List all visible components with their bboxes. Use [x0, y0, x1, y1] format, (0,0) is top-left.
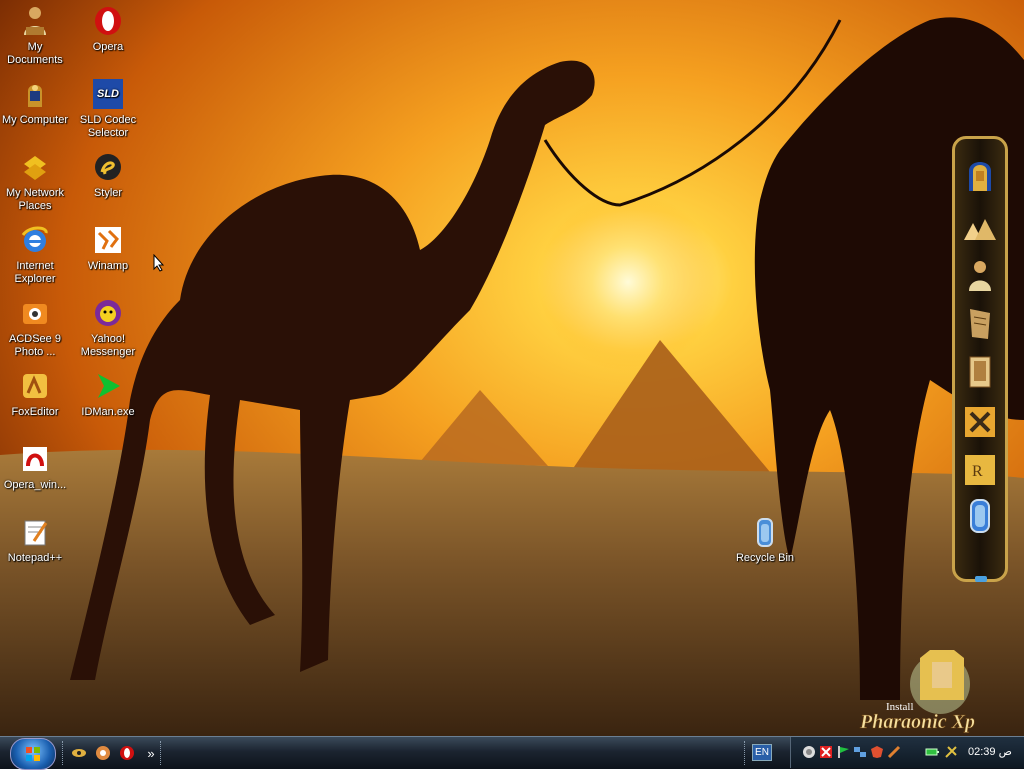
dock-scribe-statue-icon[interactable]: [963, 257, 997, 295]
sld-codec-icon[interactable]: SLD SLD Codec Selector: [73, 77, 143, 140]
dock-recycle-bin-icon[interactable]: [963, 497, 997, 535]
dock-indicator: [975, 576, 987, 582]
tray-network-icon[interactable]: [853, 745, 867, 759]
taskbar-grip-3[interactable]: [744, 741, 748, 765]
winamp-icon[interactable]: Winamp: [73, 223, 143, 273]
desktop-wallpaper: [0, 0, 1024, 736]
tray-battery-icon[interactable]: [925, 745, 939, 759]
quicklaunch-opera-icon[interactable]: [118, 744, 136, 762]
tray-security-icon[interactable]: [870, 745, 884, 759]
taskbar-grip[interactable]: [62, 741, 66, 765]
quicklaunch-eye-icon[interactable]: [70, 744, 88, 762]
sld-logo: SLD: [93, 79, 123, 109]
internet-explorer-icon[interactable]: Internet Explorer: [0, 223, 70, 286]
my-computer-icon[interactable]: My Computer: [0, 77, 70, 127]
my-documents-icon[interactable]: My Documents: [0, 4, 70, 67]
dock-pharaoh-mask-icon[interactable]: [963, 155, 997, 193]
idman-icon[interactable]: IDMan.exe: [73, 369, 143, 419]
notepadpp-icon[interactable]: Notepad++: [0, 515, 70, 565]
foxeditor-icon[interactable]: FoxEditor: [0, 369, 70, 419]
dock-pyramids-icon[interactable]: [963, 209, 997, 247]
windows-logo-icon: [26, 747, 40, 761]
pharaonic-xp-logo: Install Pharaonic Xp: [858, 640, 998, 735]
wallpaper-scene: [0, 0, 1024, 736]
recycle-bin-icon[interactable]: Recycle Bin: [730, 515, 800, 565]
pharaonic-dock: R: [952, 136, 1008, 582]
yahoo-messenger-icon[interactable]: Yahoo! Messenger: [73, 296, 143, 359]
system-clock[interactable]: 02:39 ص: [968, 745, 1012, 758]
taskbar-grip-2[interactable]: [160, 741, 164, 765]
quicklaunch-more-button[interactable]: »: [142, 744, 160, 762]
my-network-icon[interactable]: My Network Places: [0, 150, 70, 213]
opera-installer-icon[interactable]: Opera_win...: [0, 442, 70, 492]
mouse-cursor-icon: [153, 253, 165, 277]
tray-antivirus-icon[interactable]: [819, 745, 833, 759]
styler-icon[interactable]: Styler: [73, 150, 143, 200]
dock-book-icon[interactable]: [963, 353, 997, 391]
svg-text:R: R: [972, 463, 983, 480]
sun: [538, 192, 718, 372]
quicklaunch-browser-icon[interactable]: [94, 744, 112, 762]
acdsee-icon[interactable]: ACDSee 9 Photo ...: [0, 296, 70, 359]
dock-cartouche-icon[interactable]: R: [963, 451, 997, 489]
tray-messenger-icon[interactable]: [802, 745, 816, 759]
dock-papyrus-icon[interactable]: [963, 305, 997, 343]
tray-flag-icon[interactable]: [836, 745, 850, 759]
opera-icon[interactable]: Opera: [73, 4, 143, 54]
dock-tools-icon[interactable]: [963, 403, 997, 441]
tray-tools-icon[interactable]: [944, 745, 958, 759]
tray-download-icon[interactable]: [887, 745, 901, 759]
svg-text:Pharaonic Xp: Pharaonic Xp: [859, 711, 975, 733]
start-button[interactable]: [10, 738, 56, 770]
language-indicator[interactable]: EN: [752, 744, 772, 761]
